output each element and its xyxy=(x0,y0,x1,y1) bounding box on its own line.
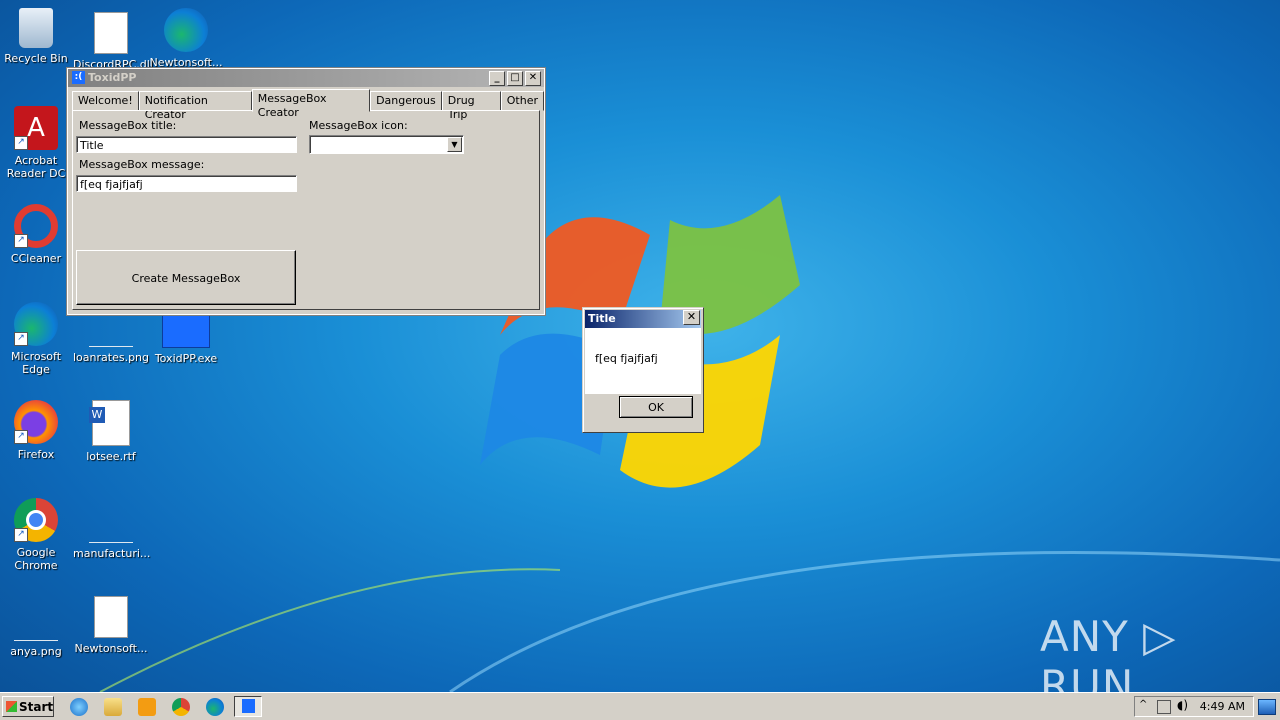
ie-icon[interactable] xyxy=(70,698,88,716)
mb-icon-label: MessageBox icon: xyxy=(309,119,408,132)
desktop-icon-newtonsoft-1[interactable]: Newtonsoft... xyxy=(148,8,224,69)
shortcut-arrow-icon: ↗ xyxy=(14,136,28,150)
desktop-icon-firefox[interactable]: ↗ Firefox xyxy=(0,400,74,461)
speaker-icon[interactable]: ◖) xyxy=(1177,698,1188,712)
firefox-icon: ↗ xyxy=(14,400,58,444)
recycle-bin-icon xyxy=(19,8,53,48)
messagebox-body: f[eq fjajfjafj xyxy=(585,328,701,394)
maximize-button[interactable]: □ xyxy=(507,71,523,86)
edge-icon[interactable] xyxy=(206,698,224,716)
show-desktop-icon[interactable] xyxy=(1258,699,1276,715)
chevron-up-icon[interactable]: ^ xyxy=(1139,699,1147,710)
window-title: ToxidPP xyxy=(88,71,137,84)
chrome-center-icon xyxy=(26,510,46,530)
chrome-icon[interactable] xyxy=(172,698,190,716)
edge-icon: ↗ xyxy=(14,302,58,346)
start-button[interactable]: Start xyxy=(2,696,54,717)
toxidpp-app-icon xyxy=(242,699,255,713)
ok-button[interactable]: OK xyxy=(619,396,693,418)
folder-icon[interactable] xyxy=(104,698,122,716)
chevron-down-icon[interactable]: ▼ xyxy=(447,137,462,152)
image-file-icon xyxy=(14,596,58,641)
tab-strip: Welcome! Notification Creator MessageBox… xyxy=(72,89,544,121)
desktop-icon-edge[interactable]: ↗ Microsoft Edge xyxy=(0,302,74,376)
windows-flag-icon xyxy=(6,701,17,712)
tab-messagebox-creator[interactable]: MessageBox Creator xyxy=(251,89,371,119)
desktop-icon-ccleaner[interactable]: ↗ CCleaner xyxy=(0,204,74,265)
desktop-icon-manufacturi[interactable]: manufacturi... xyxy=(73,498,150,560)
desktop-icon-anya[interactable]: anya.png xyxy=(0,596,74,658)
create-messagebox-button[interactable]: Create MessageBox xyxy=(76,250,296,305)
tab-welcome[interactable]: Welcome! xyxy=(72,91,139,111)
dll-file-icon xyxy=(94,596,128,638)
edge-icon xyxy=(164,8,208,52)
image-file-icon xyxy=(89,498,133,543)
desktop-icon-discordrpc[interactable]: DiscordRPC.dll xyxy=(73,12,153,71)
messagebox-dialog: Title ✕ f[eq fjajfjafj OK xyxy=(582,307,704,433)
system-tray: ^ ◖) 4:49 AM xyxy=(1134,696,1254,717)
mb-title-label: MessageBox title: xyxy=(79,119,177,132)
word-icon: W xyxy=(89,407,105,423)
acrobat-icon: A ↗ xyxy=(14,106,58,150)
shortcut-arrow-icon: ↗ xyxy=(14,430,28,444)
app-icon: :( xyxy=(72,71,85,84)
mb-message-label: MessageBox message: xyxy=(79,158,205,171)
close-icon[interactable]: ✕ xyxy=(683,310,700,325)
desktop-icon-acrobat[interactable]: A ↗ Acrobat Reader DC xyxy=(0,106,74,180)
media-player-icon[interactable] xyxy=(138,698,156,716)
tab-notification-creator[interactable]: Notification Creator xyxy=(138,91,252,121)
toxidpp-taskbar-button[interactable] xyxy=(234,696,262,717)
messagebox-text: f[eq fjajfjafj xyxy=(595,352,658,365)
desktop-icon-newtonsoft-2[interactable]: Newtonsoft... xyxy=(73,596,149,655)
word-document-icon: W xyxy=(89,400,130,446)
network-icon[interactable] xyxy=(1157,700,1171,714)
shortcut-arrow-icon: ↗ xyxy=(14,332,28,346)
tab-drug-trip[interactable]: Drug Trip xyxy=(441,91,501,121)
desktop-icon-recycle-bin[interactable]: Recycle Bin xyxy=(0,8,74,65)
mb-message-input[interactable]: f[eq fjajfjafj xyxy=(76,175,297,192)
shortcut-arrow-icon: ↗ xyxy=(14,234,28,248)
desktop-icon-lotsee[interactable]: W lotsee.rtf xyxy=(73,400,149,463)
desktop-icon-chrome[interactable]: ↗ Google Chrome xyxy=(0,498,74,572)
ccleaner-icon: ↗ xyxy=(14,204,58,248)
tab-other[interactable]: Other xyxy=(500,91,544,111)
tab-dangerous[interactable]: Dangerous xyxy=(370,91,442,111)
mb-title-input[interactable]: Title xyxy=(76,136,297,153)
taskbar: Start ^ ◖) 4:49 AM xyxy=(0,692,1280,720)
close-button[interactable]: ✕ xyxy=(525,71,541,86)
window-titlebar[interactable]: :( ToxidPP _ □ ✕ xyxy=(68,69,544,87)
mb-icon-select[interactable]: ▼ xyxy=(309,135,464,154)
dll-file-icon xyxy=(94,12,128,54)
minimize-button[interactable]: _ xyxy=(489,71,505,86)
shortcut-arrow-icon: ↗ xyxy=(14,528,28,542)
chrome-icon: ↗ xyxy=(14,498,58,542)
clock[interactable]: 4:49 AM xyxy=(1200,700,1245,713)
